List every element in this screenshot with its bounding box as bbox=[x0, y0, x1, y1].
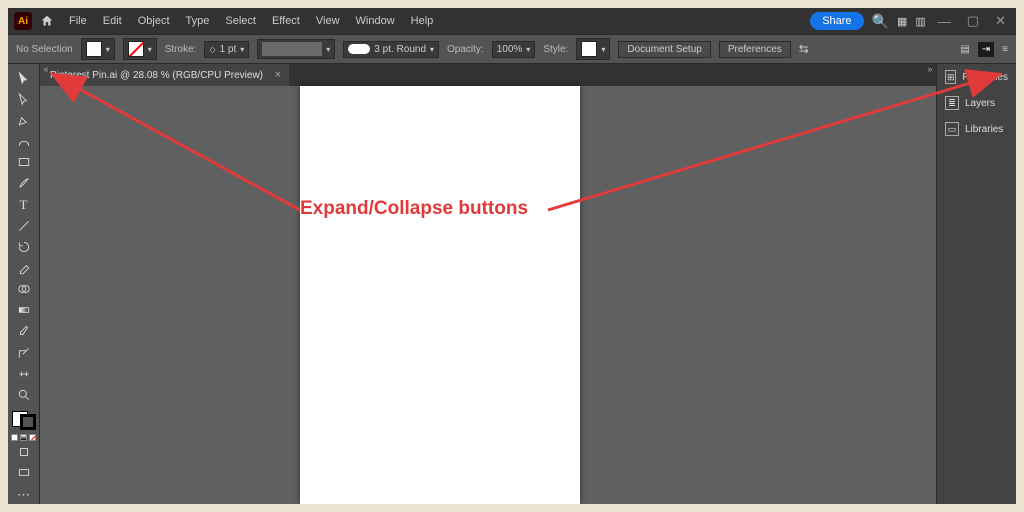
stroke-profile-dropdown[interactable]: ▾ bbox=[257, 39, 335, 59]
properties-icon: ⊞ bbox=[945, 70, 956, 84]
style-dropdown[interactable]: ▾ bbox=[576, 38, 610, 60]
rectangle-tool-icon[interactable] bbox=[12, 153, 36, 172]
opacity-label: Opacity: bbox=[447, 44, 484, 55]
pen-tool-icon[interactable] bbox=[12, 110, 36, 129]
maximize-icon[interactable]: ▢ bbox=[963, 13, 983, 29]
share-button[interactable]: Share bbox=[810, 12, 863, 30]
annotation-label: Expand/Collapse buttons bbox=[300, 198, 528, 220]
stroke-weight-input[interactable]: ◇1 pt▾ bbox=[204, 41, 249, 58]
expand-collapse-right-toggle[interactable]: » bbox=[923, 64, 937, 74]
panel-libraries[interactable]: ▭ Libraries bbox=[937, 116, 1016, 142]
type-tool-icon[interactable]: T bbox=[12, 195, 36, 214]
menu-object[interactable]: Object bbox=[131, 12, 177, 30]
menu-view[interactable]: View bbox=[309, 12, 347, 30]
zoom-tool-icon[interactable] bbox=[12, 385, 36, 404]
eraser-tool-icon[interactable] bbox=[12, 258, 36, 277]
menu-type[interactable]: Type bbox=[179, 12, 217, 30]
essentials-icon[interactable]: ▤ bbox=[960, 44, 969, 55]
workspace: T ⋯ « Pinterest Pin.ai @ 28.08 % (RGB/CP… bbox=[8, 64, 1016, 504]
preferences-button[interactable]: Preferences bbox=[719, 41, 791, 58]
eyedropper-tool-icon[interactable] bbox=[12, 322, 36, 341]
shape-builder-tool-icon[interactable] bbox=[12, 280, 36, 299]
home-icon[interactable] bbox=[36, 12, 58, 30]
close-tab-icon[interactable]: × bbox=[275, 69, 281, 81]
drawing-mode-icon[interactable] bbox=[12, 443, 36, 462]
minimize-icon[interactable]: — bbox=[934, 14, 955, 29]
canvas-area: « Pinterest Pin.ai @ 28.08 % (RGB/CPU Pr… bbox=[40, 64, 936, 504]
curvature-tool-icon[interactable] bbox=[12, 131, 36, 150]
gradient-tool-icon[interactable] bbox=[12, 301, 36, 320]
libraries-icon: ▭ bbox=[945, 122, 959, 136]
menu-select[interactable]: Select bbox=[218, 12, 263, 30]
search-icon[interactable]: 🔍 bbox=[872, 13, 889, 30]
screen-mode-icon[interactable] bbox=[12, 464, 36, 483]
selection-tool-icon[interactable] bbox=[12, 68, 36, 87]
document-setup-button[interactable]: Document Setup bbox=[618, 41, 711, 58]
document-tab-title: Pinterest Pin.ai @ 28.08 % (RGB/CPU Prev… bbox=[50, 70, 263, 81]
menu-file[interactable]: File bbox=[62, 12, 94, 30]
opacity-input[interactable]: 100%▾ bbox=[492, 41, 536, 58]
stroke-swatch-dropdown[interactable]: ▾ bbox=[123, 38, 157, 60]
menu-items: File Edit Object Type Select Effect View… bbox=[62, 12, 440, 30]
direct-selection-tool-icon[interactable] bbox=[12, 89, 36, 108]
document-tab-strip: Pinterest Pin.ai @ 28.08 % (RGB/CPU Prev… bbox=[40, 64, 936, 86]
align-icons[interactable]: ⇆ bbox=[799, 42, 809, 56]
panel-properties[interactable]: ⊞ Properties bbox=[937, 64, 1016, 90]
panel-label: Properties bbox=[962, 72, 1008, 83]
artboard[interactable] bbox=[300, 86, 580, 504]
style-label: Style: bbox=[543, 44, 568, 55]
brush-definition-dropdown[interactable]: 3 pt. Round▾ bbox=[343, 41, 439, 58]
fill-swatch-dropdown[interactable]: ▾ bbox=[81, 38, 115, 60]
workspace-switcher-icon[interactable]: ▥ bbox=[915, 15, 925, 28]
close-icon[interactable]: ✕ bbox=[991, 13, 1010, 29]
scale-tool-icon[interactable] bbox=[12, 343, 36, 362]
menu-bar: Ai File Edit Object Type Select Effect V… bbox=[8, 8, 1016, 34]
stroke-label: Stroke: bbox=[165, 44, 197, 55]
panels-column: ⊞ Properties ≣ Layers ▭ Libraries bbox=[936, 64, 1016, 504]
rotate-tool-icon[interactable] bbox=[12, 237, 36, 256]
menu-effect[interactable]: Effect bbox=[265, 12, 307, 30]
selection-status: No Selection bbox=[16, 44, 73, 55]
document-tab[interactable]: Pinterest Pin.ai @ 28.08 % (RGB/CPU Prev… bbox=[40, 64, 289, 86]
panel-label: Layers bbox=[965, 98, 995, 109]
panel-layers[interactable]: ≣ Layers bbox=[937, 90, 1016, 116]
menu-window[interactable]: Window bbox=[349, 12, 402, 30]
control-expand-icon[interactable]: ⇥ bbox=[978, 42, 994, 57]
fill-stroke-swatch[interactable] bbox=[12, 411, 36, 430]
menu-edit[interactable]: Edit bbox=[96, 12, 129, 30]
menu-help[interactable]: Help bbox=[404, 12, 441, 30]
paintbrush-tool-icon[interactable] bbox=[12, 174, 36, 193]
edit-toolbar-icon[interactable]: ⋯ bbox=[12, 485, 36, 504]
arrange-docs-icon[interactable]: ▦ bbox=[897, 15, 907, 28]
width-tool-icon[interactable] bbox=[12, 364, 36, 383]
panel-label: Libraries bbox=[965, 124, 1003, 135]
tools-panel: T ⋯ bbox=[8, 64, 40, 504]
control-menu-icon[interactable]: ≡ bbox=[1002, 44, 1008, 55]
line-tool-icon[interactable] bbox=[12, 216, 36, 235]
expand-collapse-left-toggle[interactable]: « bbox=[39, 64, 53, 74]
layers-icon: ≣ bbox=[945, 96, 959, 110]
control-bar: No Selection ▾ ▾ Stroke: ◇1 pt▾ ▾ 3 pt. … bbox=[8, 34, 1016, 64]
color-mode-icons[interactable] bbox=[11, 434, 36, 441]
app-logo-icon: Ai bbox=[14, 12, 32, 30]
